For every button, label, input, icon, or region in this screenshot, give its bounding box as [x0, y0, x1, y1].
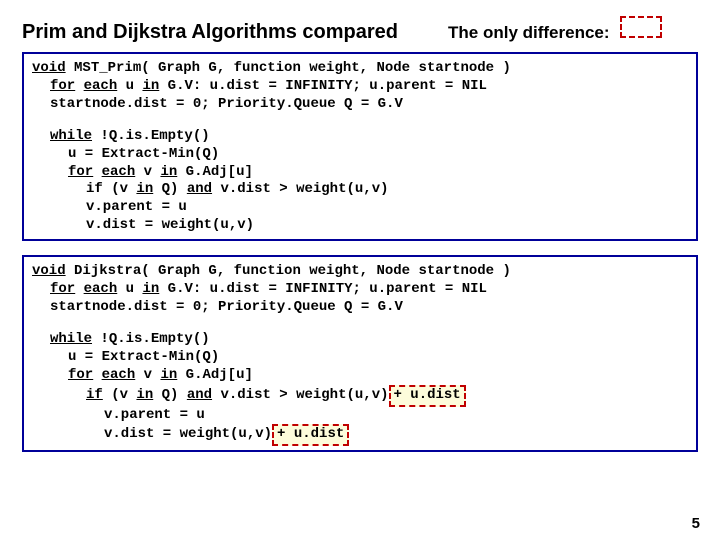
code-line: u = Extract-Min(Q)	[32, 146, 688, 164]
keyword-and: and	[187, 387, 212, 403]
keyword-and: and	[187, 181, 212, 197]
blank-line	[32, 114, 688, 128]
keyword-void: void	[32, 263, 66, 279]
code-line: if (v in Q) and v.dist > weight(u,v) + u…	[32, 385, 688, 407]
keyword-in: in	[136, 181, 153, 197]
keyword-for: for	[68, 367, 93, 383]
keyword-for: for	[50, 78, 75, 94]
keyword-while: while	[50, 128, 92, 144]
code-line: v.dist = weight(u,v) + u.dist	[32, 424, 688, 446]
code-line: while !Q.is.Empty()	[32, 128, 688, 146]
header-row: Prim and Dijkstra Algorithms compared Th…	[22, 18, 698, 44]
keyword-for: for	[68, 164, 93, 180]
code-line: void MST_Prim( Graph G, function weight,…	[32, 60, 688, 78]
code-line: for each v in G.Adj[u]	[32, 367, 688, 385]
dijkstra-code-block: void Dijkstra( Graph G, function weight,…	[22, 255, 698, 452]
code-line: for each u in G.V: u.dist = INFINITY; u.…	[32, 281, 688, 299]
keyword-void: void	[32, 60, 66, 76]
difference-highlight: + u.dist	[389, 385, 466, 407]
keyword-if: if	[86, 387, 103, 403]
difference-highlight: + u.dist	[272, 424, 349, 446]
keyword-while: while	[50, 331, 92, 347]
slide-title: Prim and Dijkstra Algorithms compared	[22, 21, 398, 44]
difference-marker-icon	[620, 16, 662, 38]
slide-subtitle: The only difference:	[448, 23, 610, 43]
code-line: for each v in G.Adj[u]	[32, 164, 688, 182]
keyword-each: each	[102, 367, 136, 383]
code-line: v.dist = weight(u,v)	[32, 217, 688, 235]
code-line: startnode.dist = 0; Priority.Queue Q = G…	[32, 299, 688, 317]
code-line: v.parent = u	[32, 199, 688, 217]
keyword-in: in	[142, 78, 159, 94]
keyword-in: in	[160, 164, 177, 180]
code-line: while !Q.is.Empty()	[32, 331, 688, 349]
prim-code-block: void MST_Prim( Graph G, function weight,…	[22, 52, 698, 241]
page-number: 5	[692, 515, 700, 532]
code-line: u = Extract-Min(Q)	[32, 349, 688, 367]
code-line: v.parent = u	[32, 407, 688, 425]
code-line: for each u in G.V: u.dist = INFINITY; u.…	[32, 78, 688, 96]
keyword-for: for	[50, 281, 75, 297]
keyword-each: each	[84, 78, 118, 94]
code-line: startnode.dist = 0; Priority.Queue Q = G…	[32, 96, 688, 114]
blank-line	[32, 317, 688, 331]
keyword-in: in	[142, 281, 159, 297]
keyword-in: in	[160, 367, 177, 383]
slide: Prim and Dijkstra Algorithms compared Th…	[0, 0, 720, 540]
keyword-each: each	[102, 164, 136, 180]
keyword-in: in	[136, 387, 153, 403]
code-line: if (v in Q) and v.dist > weight(u,v)	[32, 181, 688, 199]
code-line: void Dijkstra( Graph G, function weight,…	[32, 263, 688, 281]
keyword-each: each	[84, 281, 118, 297]
